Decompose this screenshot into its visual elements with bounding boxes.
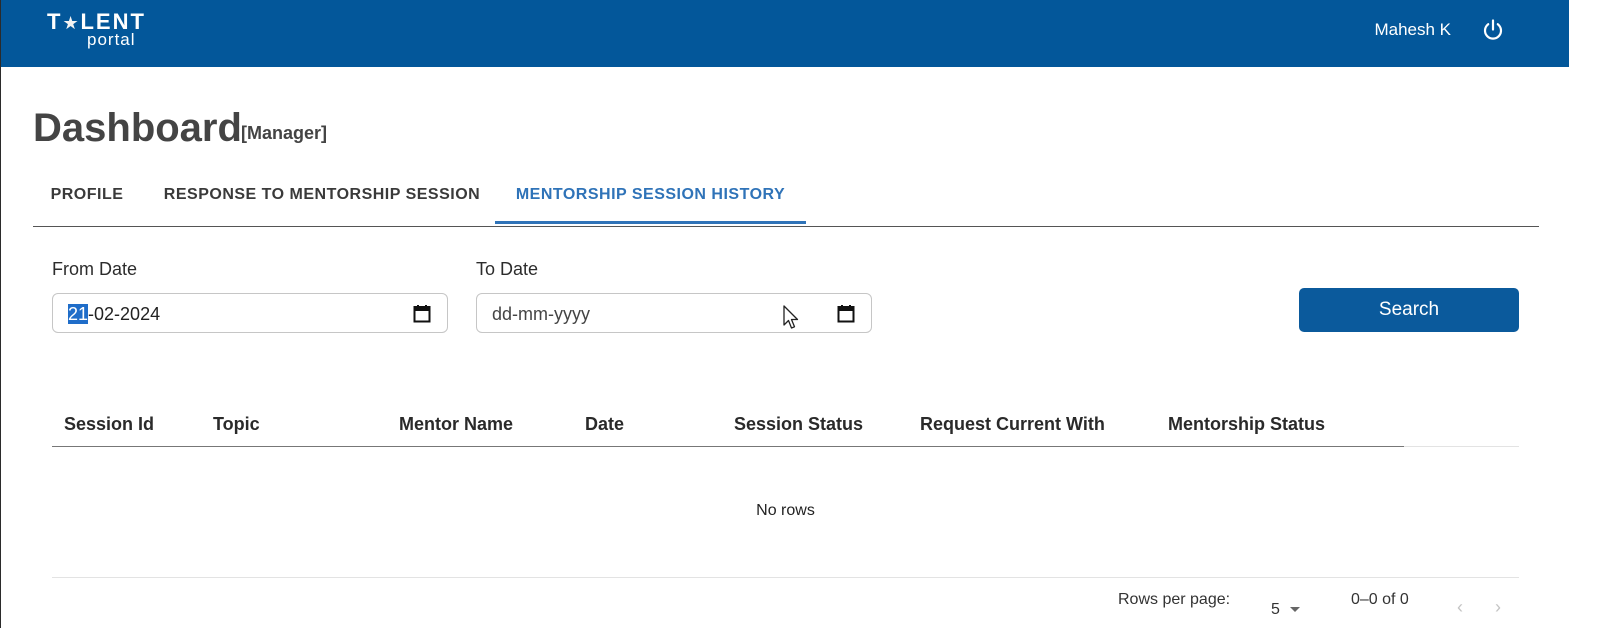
table-header-divider: [1404, 446, 1519, 447]
rows-per-page-select[interactable]: 5: [1267, 597, 1307, 621]
page-role-badge: [Manager]: [241, 123, 328, 143]
column-header-mentor-name[interactable]: Mentor Name: [399, 412, 513, 436]
column-header-session-id[interactable]: Session Id: [64, 412, 154, 436]
column-header-mentorship-status[interactable]: Mentorship Status: [1168, 412, 1325, 436]
column-header-topic[interactable]: Topic: [213, 412, 260, 436]
tab-bar: PROFILE RESPONSE TO MENTORSHIP SESSION M…: [33, 170, 1539, 227]
table-header-row: Session Id Topic Mentor Name Date Sessio…: [52, 402, 1404, 447]
column-header-request-current-with[interactable]: Request Current With: [920, 412, 1105, 436]
app-window: T★LENT portal Mahesh K Dashboard [Manage…: [0, 0, 1603, 628]
tab-response-to-mentorship-session[interactable]: RESPONSE TO MENTORSHIP SESSION: [149, 170, 495, 224]
empty-table-message: No rows: [756, 502, 815, 519]
from-date-label: From Date: [52, 259, 138, 279]
to-date-input[interactable]: dd-mm-yyyy: [476, 293, 872, 333]
to-date-label: To Date: [476, 259, 539, 279]
top-bar: T★LENT portal Mahesh K: [1, 0, 1569, 67]
rows-per-page-label: Rows per page:: [1118, 591, 1231, 608]
mouse-pointer-icon: [782, 305, 800, 331]
tab-mentorship-session-history[interactable]: MENTORSHIP SESSION HISTORY: [495, 170, 806, 224]
column-header-session-status[interactable]: Session Status: [734, 412, 863, 436]
pagination-range: 0–0 of 0: [1351, 591, 1409, 608]
to-date-placeholder: dd-mm-yyyy: [492, 304, 590, 324]
caret-down-icon: [1290, 607, 1300, 612]
from-date-input[interactable]: 21-02-2024: [52, 293, 448, 333]
power-icon[interactable]: [1480, 17, 1506, 43]
star-icon: ★: [62, 13, 81, 33]
from-date-value: 21-02-2024: [68, 304, 161, 324]
search-button[interactable]: Search: [1299, 288, 1519, 332]
logo-subtext: portal: [87, 30, 136, 49]
next-page-button[interactable]: ›: [1490, 597, 1506, 617]
calendar-icon[interactable]: [413, 304, 431, 323]
window-edge: [1569, 0, 1603, 628]
table-footer-divider: [52, 577, 1519, 578]
previous-page-button[interactable]: ‹: [1452, 597, 1468, 617]
from-date-day-selected: 21: [68, 304, 89, 324]
user-name[interactable]: Mahesh K: [1374, 19, 1451, 41]
rows-per-page-value: 5: [1271, 601, 1280, 618]
column-header-date[interactable]: Date: [585, 412, 624, 436]
tab-profile[interactable]: PROFILE: [33, 170, 141, 224]
calendar-icon[interactable]: [837, 304, 855, 323]
talent-portal-logo[interactable]: T★LENT portal: [47, 10, 151, 50]
page-title: Dashboard: [33, 106, 242, 150]
